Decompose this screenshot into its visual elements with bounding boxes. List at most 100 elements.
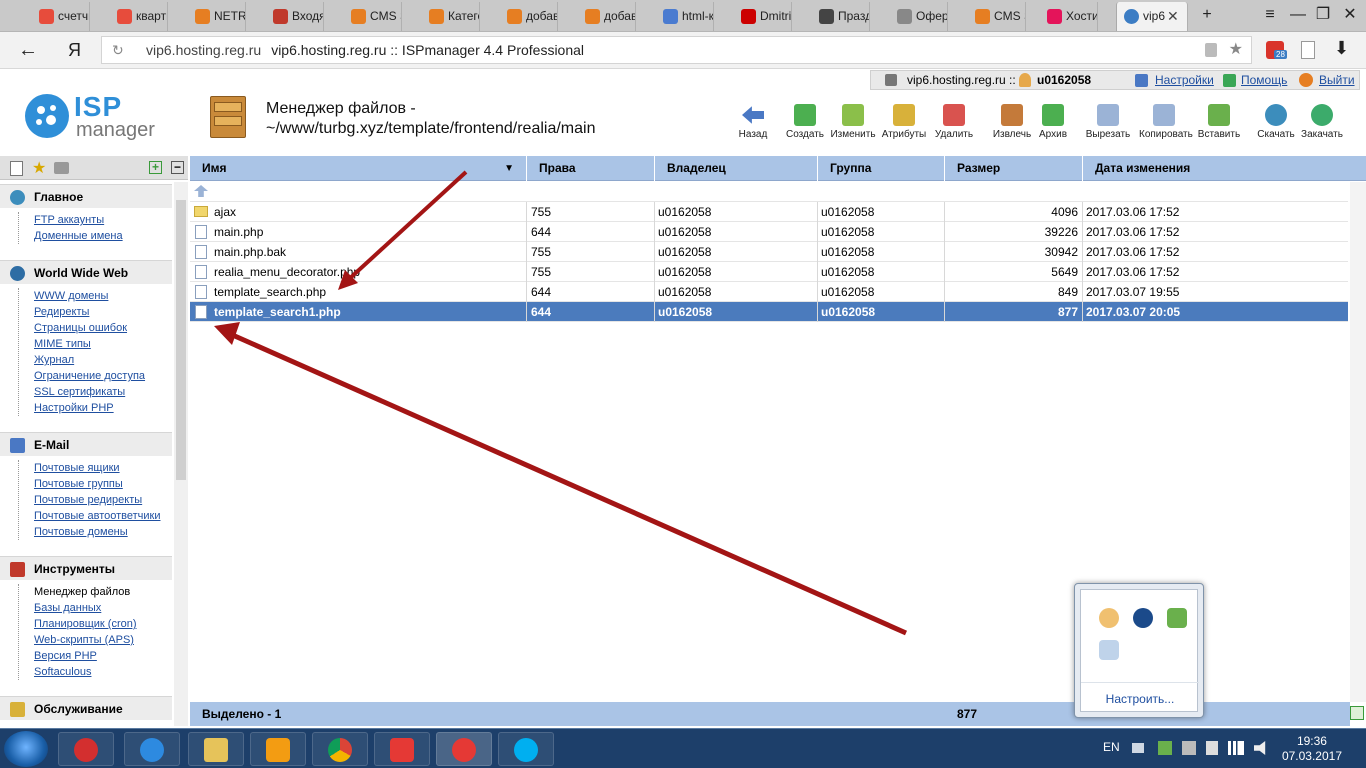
panel-icon[interactable] bbox=[54, 162, 69, 174]
edit-button[interactable]: Изменить bbox=[828, 104, 878, 140]
paste-button[interactable]: Вставить bbox=[1194, 104, 1244, 140]
collapse-all-icon[interactable]: − bbox=[171, 161, 184, 174]
table-row-selected[interactable]: template_search1.php 644 u0162058 u01620… bbox=[190, 302, 1348, 322]
table-row[interactable]: template_search.php 644 u0162058 u016205… bbox=[190, 282, 1348, 302]
column-header-owner[interactable]: Владелец bbox=[655, 156, 818, 181]
sidebar-item-autoresponders[interactable]: Почтовые автоответчики bbox=[34, 508, 172, 524]
taskbar-app[interactable] bbox=[498, 732, 554, 766]
column-header-name[interactable]: Имя ▼ bbox=[190, 156, 527, 181]
sidebar-scrollbar-thumb[interactable] bbox=[176, 200, 186, 480]
sort-desc-icon[interactable]: ▼ bbox=[504, 156, 514, 181]
browser-tab[interactable]: html-ко bbox=[656, 2, 714, 31]
language-indicator[interactable]: EN bbox=[1103, 740, 1120, 754]
sidebar-item-access-restriction[interactable]: Ограничение доступа bbox=[34, 368, 172, 384]
settings-link[interactable]: Настройки bbox=[1155, 71, 1214, 89]
browser-tab[interactable]: CMS Si bbox=[968, 2, 1026, 31]
sidebar-item-ftp-accounts[interactable]: FTP аккаунты bbox=[34, 212, 172, 228]
column-header-group[interactable]: Группа bbox=[818, 156, 945, 181]
battery-icon[interactable] bbox=[1206, 741, 1218, 755]
sidebar-item-file-manager[interactable]: Менеджер файлов bbox=[34, 584, 172, 600]
browser-tab[interactable]: Хостин bbox=[1040, 2, 1098, 31]
sidebar-section-title[interactable]: Обслуживание bbox=[0, 696, 172, 720]
table-row[interactable]: realia_menu_decorator.php 755 u0162058 u… bbox=[190, 262, 1348, 282]
table-row[interactable]: main.php.bak 755 u0162058 u0162058 30942… bbox=[190, 242, 1348, 262]
parent-directory-row[interactable] bbox=[190, 182, 1348, 202]
network-error-icon[interactable] bbox=[1182, 741, 1196, 755]
sidebar-item-php-version[interactable]: Версия PHP bbox=[34, 648, 172, 664]
taskbar-app[interactable] bbox=[58, 732, 114, 766]
browser-tab[interactable]: добави bbox=[500, 2, 558, 31]
sidebar-item-mail-redirects[interactable]: Почтовые редиректы bbox=[34, 492, 172, 508]
sidebar-section-title[interactable]: Главное bbox=[0, 184, 172, 208]
browser-tab-active[interactable]: vip6 ✕ bbox=[1116, 2, 1188, 31]
sidebar-item-scheduler[interactable]: Планировщик (cron) bbox=[34, 616, 172, 632]
bluetooth-icon[interactable] bbox=[1133, 608, 1153, 628]
sidebar-item-mime-types[interactable]: MIME типы bbox=[34, 336, 172, 352]
archive-button[interactable]: Архив bbox=[1028, 104, 1078, 140]
download-icon[interactable]: ⬇ bbox=[1334, 38, 1349, 59]
taskbar-app[interactable] bbox=[188, 732, 244, 766]
sidebar-item-ssl-certificates[interactable]: SSL сертификаты bbox=[34, 384, 172, 400]
sidebar-item-log[interactable]: Журнал bbox=[34, 352, 172, 368]
back-button[interactable]: Назад bbox=[728, 104, 778, 140]
table-row[interactable]: ajax 755 u0162058 u0162058 4096 2017.03.… bbox=[190, 202, 1348, 222]
menu-icon[interactable]: ≡ bbox=[1258, 5, 1282, 25]
url-field[interactable]: ↻ vip6.hosting.reg.ru vip6.hosting.reg.ru… bbox=[101, 36, 1252, 64]
close-tab-icon[interactable]: ✕ bbox=[1167, 2, 1179, 30]
create-button[interactable]: Создать bbox=[780, 104, 830, 140]
download-button[interactable]: Скачать bbox=[1251, 104, 1301, 140]
expand-all-icon[interactable]: + bbox=[149, 161, 162, 174]
favorites-star-icon[interactable]: ★ bbox=[32, 158, 46, 178]
signal-icon[interactable] bbox=[1228, 741, 1244, 755]
close-window-icon[interactable]: ✕ bbox=[1338, 5, 1362, 25]
sidebar-item-mail-groups[interactable]: Почтовые группы bbox=[34, 476, 172, 492]
lock-icon[interactable] bbox=[1205, 43, 1217, 57]
sidebar-item-www-domains[interactable]: WWW домены bbox=[34, 288, 172, 304]
star-icon[interactable]: ★ bbox=[1229, 37, 1243, 63]
tray-flag-icon[interactable] bbox=[1158, 741, 1172, 755]
browser-tab[interactable]: добави bbox=[578, 2, 636, 31]
browser-tab[interactable]: CMS Si bbox=[344, 2, 402, 31]
minimize-icon[interactable]: — bbox=[1286, 5, 1310, 25]
sidebar-item-redirects[interactable]: Редиректы bbox=[34, 304, 172, 320]
export-icon[interactable] bbox=[1350, 706, 1364, 720]
tray-customize-link[interactable]: Настроить... bbox=[1081, 682, 1199, 706]
help-link[interactable]: Помощь bbox=[1241, 71, 1287, 89]
extension-icon[interactable]: 28 bbox=[1266, 41, 1287, 59]
start-button[interactable] bbox=[4, 731, 48, 767]
delete-button[interactable]: Удалить bbox=[929, 104, 979, 140]
sidebar-item-mail-domains[interactable]: Почтовые домены bbox=[34, 524, 172, 540]
column-header-size[interactable]: Размер bbox=[945, 156, 1083, 181]
browser-tab[interactable]: NETRO bbox=[188, 2, 246, 31]
browser-tab[interactable]: Dmitriy bbox=[734, 2, 792, 31]
sidebar-item-error-pages[interactable]: Страницы ошибок bbox=[34, 320, 172, 336]
logout-link[interactable]: Выйти bbox=[1319, 71, 1355, 89]
browser-tab[interactable]: Праздн bbox=[812, 2, 870, 31]
volume-icon[interactable] bbox=[1254, 741, 1266, 755]
taskbar-clock[interactable]: 19:36 07.03.2017 bbox=[1282, 734, 1342, 764]
yandex-icon[interactable]: Я bbox=[68, 40, 81, 61]
browser-tab[interactable]: Оферт bbox=[890, 2, 948, 31]
sidebar-item-databases[interactable]: Базы данных bbox=[34, 600, 172, 616]
tray-window-icon[interactable] bbox=[1099, 640, 1119, 660]
sidebar-item-softaculous[interactable]: Softaculous bbox=[34, 664, 172, 680]
sidebar-section-title[interactable]: E-Mail bbox=[0, 432, 172, 456]
column-header-permissions[interactable]: Права bbox=[527, 156, 655, 181]
browser-tab[interactable]: счетчи bbox=[32, 2, 90, 31]
reload-icon[interactable]: ↻ bbox=[112, 37, 124, 63]
copy-button[interactable]: Копировать bbox=[1139, 104, 1193, 140]
sidebar-item-domain-names[interactable]: Доменные имена bbox=[34, 228, 172, 244]
restore-icon[interactable]: ❐ bbox=[1311, 5, 1335, 25]
browser-tab[interactable]: Катего bbox=[422, 2, 480, 31]
list-view-icon[interactable] bbox=[10, 161, 23, 176]
browser-tab[interactable]: кварти bbox=[110, 2, 168, 31]
tray-security-icon[interactable] bbox=[1167, 608, 1187, 628]
table-row[interactable]: main.php 644 u0162058 u0162058 39226 201… bbox=[190, 222, 1348, 242]
sidebar-item-mailboxes[interactable]: Почтовые ящики bbox=[34, 460, 172, 476]
new-tab-button[interactable]: + bbox=[1195, 5, 1219, 25]
show-hidden-icons-icon[interactable] bbox=[1132, 743, 1144, 753]
column-header-modified[interactable]: Дата изменения bbox=[1083, 156, 1366, 181]
taskbar-app[interactable] bbox=[250, 732, 306, 766]
sidebar-section-title[interactable]: World Wide Web bbox=[0, 260, 172, 284]
tray-app-icon[interactable] bbox=[1099, 608, 1119, 628]
